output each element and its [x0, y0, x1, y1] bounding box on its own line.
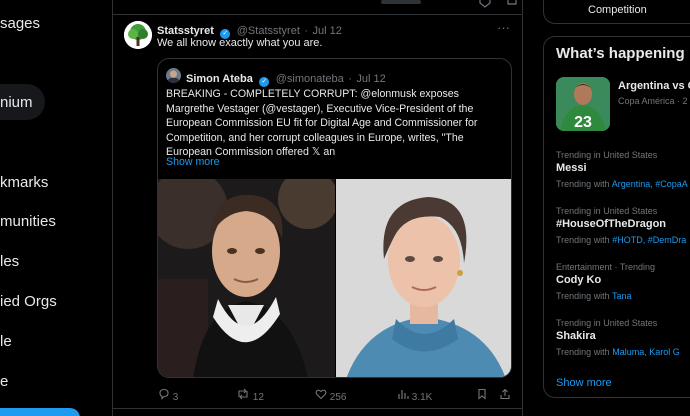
show-more-trends-link[interactable]: Show more	[556, 377, 612, 389]
trend-context: Trending in United States	[556, 150, 658, 160]
nav-item-premium[interactable]: nium	[0, 94, 33, 111]
featured-event-image[interactable]: 23	[556, 77, 610, 131]
trend-name[interactable]: Cody Ko	[556, 274, 601, 286]
whats-happening-title: What’s happening	[556, 45, 685, 62]
views-action[interactable]: 3.1K	[397, 388, 432, 403]
tweet-divider	[113, 14, 522, 15]
repost-count: 12	[252, 391, 264, 403]
like-action[interactable]: 256	[315, 388, 346, 403]
quote-author-name[interactable]: Simon Ateba	[186, 73, 253, 85]
sidebar-top-card: Competition	[543, 0, 690, 24]
photo-woman-image	[336, 179, 511, 377]
photo-man-image	[158, 179, 335, 377]
quoted-tweet[interactable]: Simon Ateba ✓ @simonateba · Jul 12 BREAK…	[157, 58, 512, 378]
trend-with-label: Trending with	[556, 347, 610, 357]
trend-context: Entertainment · Trending	[556, 262, 656, 272]
nav-item-communities[interactable]: munities	[0, 213, 56, 230]
quote-show-more-link[interactable]: Show more	[166, 156, 220, 168]
trend-name[interactable]: Messi	[556, 162, 587, 174]
quote-header: Simon Ateba ✓ @simonateba · Jul 12	[186, 69, 386, 87]
author-avatar[interactable]	[124, 21, 152, 49]
nav-item-more[interactable]: e	[0, 373, 8, 390]
nav-item-bookmarks[interactable]: kmarks	[0, 174, 48, 191]
quote-author-avatar[interactable]	[166, 68, 181, 83]
trend-context: Trending in United States	[556, 318, 658, 328]
quote-text: BREAKING - COMPLETELY CORRUPT: @elonmusk…	[166, 88, 478, 159]
trend-related-links[interactable]: Argentina, #CopaA	[612, 179, 688, 189]
column-divider-left	[112, 0, 113, 416]
tweet-text: We all know exactly what you are.	[157, 37, 323, 49]
reply-icon	[159, 388, 169, 400]
quote-date[interactable]: Jul 12	[356, 73, 385, 85]
author-handle[interactable]: @Statsstyret	[237, 25, 300, 37]
top-card-text: Competition	[588, 4, 647, 16]
share-icon	[500, 388, 510, 400]
trend-related-links[interactable]: Tana	[612, 291, 632, 301]
views-count: 3.1K	[411, 391, 433, 403]
trend-with-label: Trending with	[556, 291, 610, 301]
featured-event-subtitle: Copa América · 2	[618, 96, 688, 106]
reply-action[interactable]: 3	[158, 388, 178, 403]
trend-related: Trending with Maluma, Karol G	[556, 347, 680, 357]
jersey-number: 23	[574, 114, 592, 131]
column-divider-right	[522, 0, 523, 416]
previous-tweet-actions	[113, 0, 522, 14]
trend-related-links[interactable]: #HOTD, #DemDra	[612, 235, 686, 245]
bottom-divider	[113, 408, 522, 409]
tweet-date[interactable]: Jul 12	[312, 25, 341, 37]
repost-action[interactable]: 12	[236, 388, 264, 403]
trend-name[interactable]: #HouseOfTheDragon	[556, 218, 666, 230]
nav-item-messages[interactable]: sages	[0, 15, 40, 32]
photo-woman-portrait[interactable]	[336, 179, 511, 377]
trend-related-links[interactable]: Maluma, Karol G	[612, 347, 680, 357]
more-dots-icon[interactable]: ···	[497, 20, 510, 35]
trend-context: Trending in United States	[556, 206, 658, 216]
trend-name[interactable]: Shakira	[556, 330, 596, 342]
author-name[interactable]: Statsstyret	[157, 25, 214, 37]
tree-logo-icon	[124, 21, 152, 49]
reply-count: 3	[172, 391, 179, 403]
views-bar-icon	[398, 390, 409, 399]
soccer-player-image: 23	[556, 77, 610, 131]
like-count: 256	[329, 391, 347, 403]
trend-with-label: Trending with	[556, 179, 610, 189]
nav-item-verified-orgs[interactable]: ied Orgs	[0, 293, 57, 310]
quote-separator: ·	[348, 73, 352, 85]
bookmark-action[interactable]	[476, 388, 488, 403]
trend-related: Trending with Argentina, #CopaA	[556, 179, 688, 189]
trend-with-label: Trending with	[556, 235, 610, 245]
share-action[interactable]	[499, 388, 511, 403]
header-separator: ·	[304, 25, 309, 37]
trend-related: Trending with Tana	[556, 291, 632, 301]
quote-author-handle[interactable]: @simonateba	[276, 73, 344, 85]
quote-avatar-icon	[168, 70, 179, 83]
bookmark-icon	[478, 388, 486, 400]
post-button[interactable]	[0, 408, 80, 416]
previous-tweet-icons	[381, 0, 517, 8]
nav-item-profile[interactable]: le	[0, 333, 12, 350]
trend-related: Trending with #HOTD, #DemDra	[556, 235, 686, 245]
featured-event-title[interactable]: Argentina vs C	[618, 80, 690, 92]
photo-man-in-suit[interactable]	[158, 179, 335, 377]
whats-happening-card: What’s happening 23 Argentina vs C Copa …	[543, 36, 690, 398]
repost-icon	[238, 388, 248, 400]
nav-item-articles[interactable]: les	[0, 253, 19, 270]
heart-icon	[315, 389, 327, 400]
quote-verified-badge-icon: ✓	[259, 77, 270, 87]
